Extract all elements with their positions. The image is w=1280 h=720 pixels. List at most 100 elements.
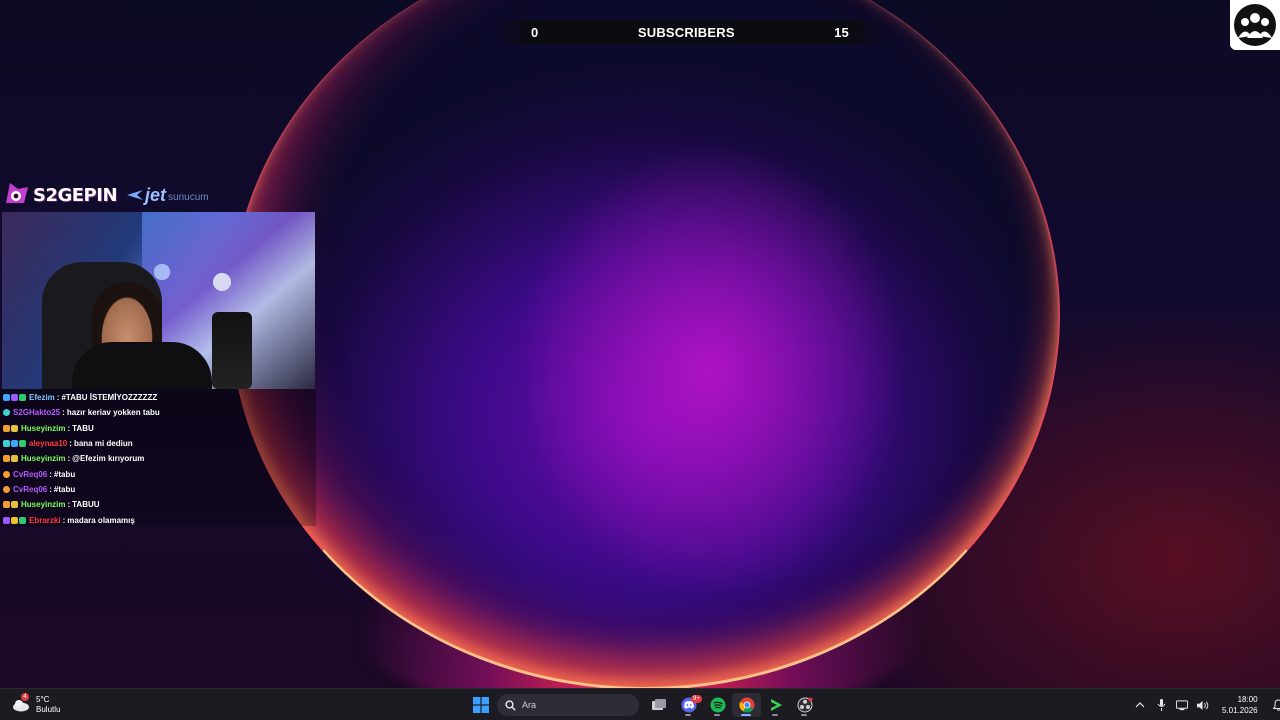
chat-text: TABU: [72, 423, 94, 433]
chat-badge-icon: [3, 516, 10, 524]
chat-text: #tabu: [53, 484, 76, 494]
weather-widget[interactable]: 4 5°C Bulutlu: [12, 693, 60, 717]
chat-badge-icon: [11, 440, 18, 448]
obs-icon: [797, 697, 812, 713]
chat-username: Huseyinzim: [21, 500, 66, 510]
chevron-up-icon[interactable]: [1134, 699, 1146, 711]
webcam-feed: [2, 212, 315, 389]
spotify-button[interactable]: [703, 693, 732, 717]
chat-username: Efezim: [29, 393, 55, 403]
chat-username: S2GHakto25: [13, 408, 61, 418]
chat-badges: [3, 409, 10, 417]
taskbar-clock[interactable]: 18:00 5.01.2026: [1222, 694, 1258, 716]
chat-separator: :: [62, 408, 65, 418]
network-icon[interactable]: [1176, 699, 1188, 711]
chat-badge-icon: [3, 424, 10, 432]
chat-badge-icon: [3, 440, 10, 448]
running-indicator: [685, 714, 691, 716]
chat-badges: [3, 501, 18, 509]
chat-badges: [3, 440, 26, 448]
discord-badge: 9+: [691, 695, 702, 703]
chat-message: Huseyinzim: @Efezim kırıyorum: [0, 451, 316, 466]
running-indicator: [714, 714, 720, 716]
running-indicator: [801, 714, 807, 716]
subscriber-goal-count: 15: [834, 24, 849, 40]
chat-badge-icon: [3, 455, 10, 463]
play-icon: [770, 699, 782, 711]
chat-badge-icon: [3, 501, 10, 509]
spotify-icon: [710, 697, 725, 713]
chat-username: Huseyinzim: [21, 454, 66, 464]
chat-text: hazır keriav yokken tabu: [66, 408, 160, 418]
chat-badge-icon: [3, 470, 10, 478]
running-indicator: [772, 714, 778, 716]
sponsor-wing-icon: [127, 190, 144, 200]
chat-separator: :: [56, 393, 60, 403]
cloud-icon: 4: [12, 693, 30, 712]
chat-separator: :: [49, 469, 52, 479]
taskbar-center: Ara 9+: [466, 693, 819, 717]
sponsor-name: jet: [145, 184, 167, 205]
chrome-button[interactable]: [732, 693, 761, 717]
chat-message: CvReq06: #tabu: [0, 466, 316, 481]
start-button[interactable]: [466, 693, 495, 717]
chat-badge-icon: [11, 455, 18, 463]
chat-message: Efezim: #TABU İSTEMİYOZZZZZZ: [0, 390, 316, 405]
weather-alert-badge: 4: [21, 693, 29, 701]
notification-bell-icon[interactable]: [1273, 699, 1280, 711]
chat-badge-icon: [11, 516, 18, 524]
chat-separator: :: [67, 500, 71, 510]
chat-badges: [3, 516, 26, 524]
chat-message: aleynaa10: bana mi dediun: [0, 436, 316, 451]
chat-username: aleynaa10: [29, 439, 68, 449]
chat-username: Huseyinzim: [21, 423, 66, 433]
volume-icon[interactable]: [1197, 699, 1209, 711]
chat-text: #TABU İSTEMİYOZZZZZZ: [61, 393, 158, 403]
microphone: [212, 312, 252, 389]
search-placeholder: Ara: [522, 700, 537, 710]
chat-badges: [3, 424, 18, 432]
chat-message: Ebrarzki: madara olamamış: [0, 512, 316, 527]
clock-date: 5.01.2026: [1222, 706, 1258, 715]
chat-separator: :: [67, 454, 71, 464]
chat-separator: :: [49, 484, 52, 494]
media-player-button[interactable]: [761, 693, 790, 717]
stream-brand-row: S2GEPIN jet sunucum: [4, 178, 264, 212]
streamer-body: [72, 342, 212, 389]
brand-logo: S2GEPIN: [4, 181, 118, 209]
system-tray: 18:00 5.01.2026: [1134, 693, 1280, 717]
chat-badge-icon: [3, 409, 10, 417]
weather-condition: Bulutlu: [36, 705, 61, 714]
microphone-icon[interactable]: [1155, 699, 1167, 711]
taskbar-search[interactable]: Ara: [497, 694, 639, 716]
search-icon: [505, 699, 516, 711]
sponsor-logo: jet sunucum: [127, 185, 209, 206]
windows-icon: [472, 697, 489, 713]
weather-temp: 5°C: [36, 695, 50, 704]
brand-name: S2GEPIN: [33, 184, 118, 206]
active-indicator: [741, 714, 751, 716]
subscriber-goal-bar: 0 SUBSCRIBERS 15: [495, 20, 885, 44]
chat-username: Ebrarzki: [29, 515, 61, 525]
chat-text: bana mi dediun: [73, 439, 133, 449]
community-logo-icon: [1230, 0, 1280, 50]
chat-badge-icon: [19, 440, 26, 448]
chat-badge-icon: [11, 501, 18, 509]
chat-separator: :: [67, 423, 71, 433]
clock-time: 18:00: [1237, 695, 1258, 704]
chat-text: madara olamamış: [67, 515, 135, 525]
chat-badge-icon: [11, 394, 18, 402]
task-view-button[interactable]: [645, 693, 674, 717]
chat-message: CvReq06: #tabu: [0, 482, 316, 497]
chat-text: @Efezim kırıyorum: [72, 454, 145, 464]
chat-separator: :: [69, 439, 72, 449]
chat-badges: [3, 485, 10, 493]
obs-button[interactable]: [790, 693, 819, 717]
chat-message: Huseyinzim: TABU: [0, 421, 316, 436]
chat-badges: [3, 455, 18, 463]
discord-button[interactable]: 9+: [674, 693, 703, 717]
chat-overlay: Efezim: #TABU İSTEMİYOZZZZZZ S2GHakto25: ha…: [0, 389, 316, 526]
chat-message: Huseyinzim: TABUU: [0, 497, 316, 512]
sponsor-subname: sunucum: [168, 191, 209, 203]
task-view-icon: [652, 698, 666, 710]
